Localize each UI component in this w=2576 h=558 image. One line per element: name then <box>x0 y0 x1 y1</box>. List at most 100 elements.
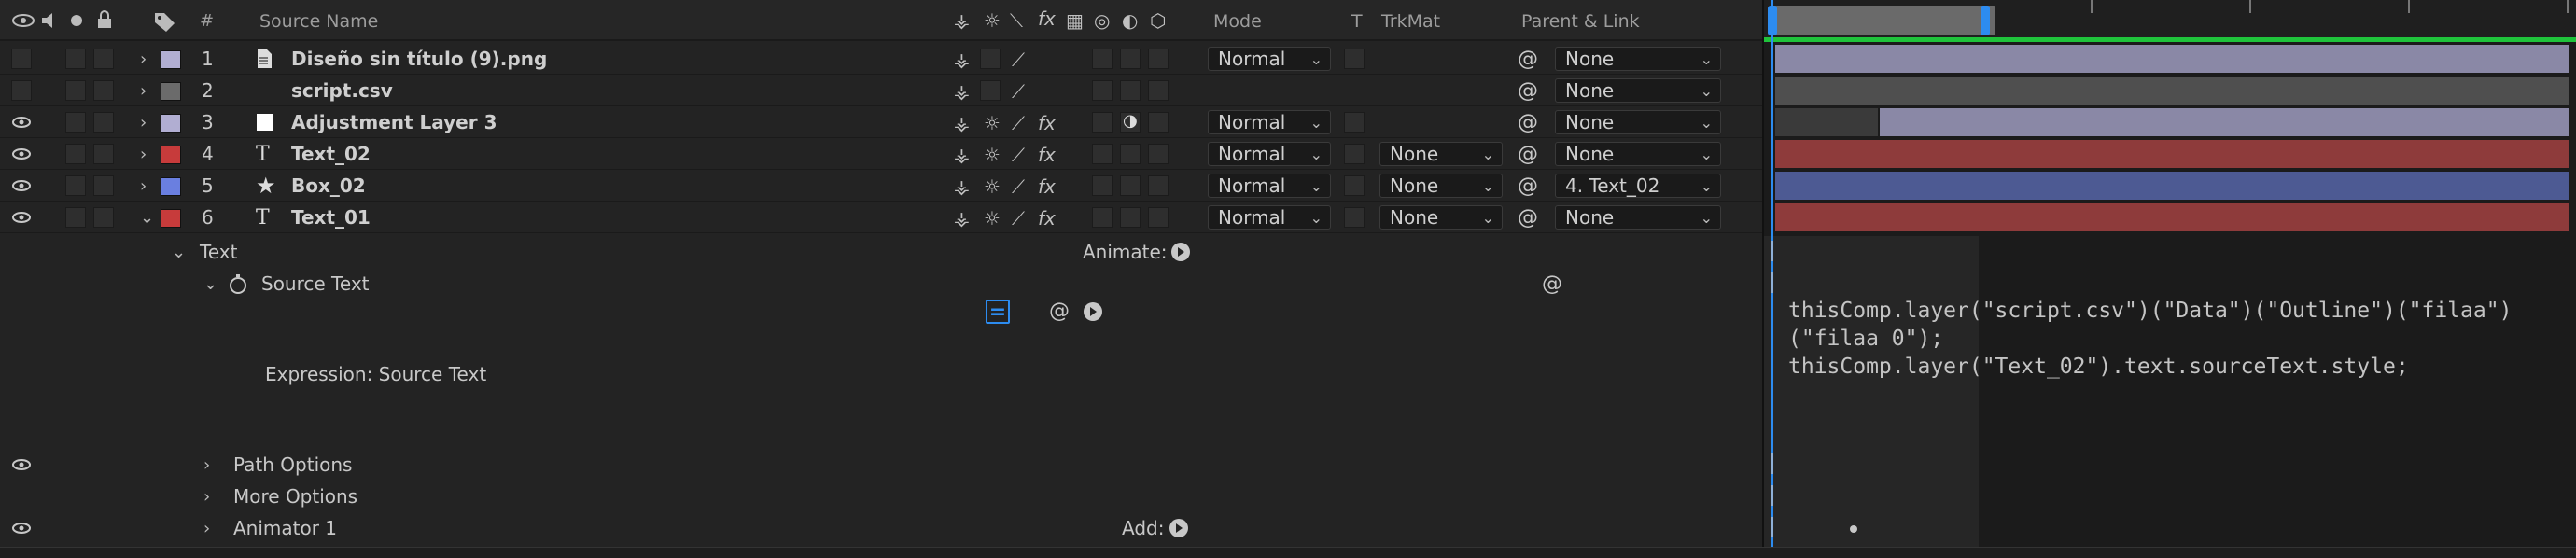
preserve-transparency-toggle[interactable] <box>1344 144 1365 164</box>
layer-bar-3[interactable] <box>1880 108 2569 136</box>
t-header[interactable]: T <box>1351 11 1363 32</box>
solo-toggle[interactable] <box>65 112 86 133</box>
eye-icon[interactable] <box>11 114 32 131</box>
3d-layer-switch[interactable] <box>1148 144 1169 164</box>
more-options-row[interactable]: › More Options <box>0 481 1762 512</box>
quality-switch-icon[interactable]: ⟋ <box>1012 49 1025 71</box>
3d-layer-switch[interactable] <box>1148 49 1169 69</box>
3d-layer-switch[interactable] <box>1148 207 1169 228</box>
parent-select[interactable]: None ⌄ <box>1555 78 1721 103</box>
shy-switch-icon[interactable]: ⚶ <box>954 9 970 32</box>
layer-bar-5[interactable] <box>1775 172 2569 200</box>
3d-switch-icon[interactable]: ⬡ <box>1150 9 1166 32</box>
quality-switch-icon[interactable]: ⟋ <box>1012 207 1025 230</box>
label-color-swatch[interactable] <box>161 114 181 133</box>
shy-switch-icon[interactable]: ⚶ <box>954 112 970 134</box>
source-text-row[interactable]: ⌄ Source Text @ <box>0 268 1762 300</box>
quality-switch-icon[interactable]: ⟋ <box>1012 144 1025 166</box>
collapse-switch-icon[interactable]: ☼ <box>984 9 1001 32</box>
chevron-right-icon[interactable]: › <box>203 449 210 481</box>
3d-layer-switch[interactable] <box>1148 80 1169 101</box>
layer-row[interactable]: › 5 ★ Box_02 ⚶ ☼ ⟋ fx Normal ⌄ None ⌄ @4. Text_02 ⌄ <box>0 170 1762 202</box>
solo-toggle[interactable] <box>65 80 86 101</box>
blend-mode-select[interactable]: Normal ⌄ <box>1208 205 1331 230</box>
parent-pickwhip-icon[interactable]: @ <box>1518 106 1538 138</box>
chevron-down-icon[interactable]: ⌄ <box>203 268 217 300</box>
lock-toggle[interactable] <box>93 80 114 101</box>
work-area-end-handle[interactable] <box>1981 6 1990 35</box>
add-menu-icon[interactable] <box>1169 512 1189 544</box>
shy-switch-icon[interactable]: ⚶ <box>954 207 970 230</box>
parent-select[interactable]: None ⌄ <box>1555 205 1721 230</box>
frame-blend-switch[interactable] <box>1092 49 1113 69</box>
pickwhip-icon[interactable]: @ <box>1542 268 1562 300</box>
source-name-header[interactable]: Source Name <box>259 11 378 32</box>
shy-switch-icon[interactable]: ⚶ <box>954 80 970 103</box>
collapse-switch-icon[interactable]: ☼ <box>984 144 1001 166</box>
collapse-switch[interactable] <box>980 49 1001 69</box>
mode-header[interactable]: Mode <box>1213 11 1262 32</box>
label-color-swatch[interactable] <box>161 82 181 101</box>
chevron-right-icon[interactable]: › <box>140 43 147 75</box>
blend-mode-select[interactable]: Normal ⌄ <box>1208 174 1331 198</box>
stopwatch-icon[interactable] <box>228 268 248 300</box>
label-tag-icon[interactable] <box>153 11 177 32</box>
motion-blur-switch[interactable]: ◑ <box>1120 111 1141 133</box>
frame-blend-switch[interactable] <box>1092 112 1113 133</box>
parent-link-header[interactable]: Parent & Link <box>1521 11 1640 32</box>
3d-layer-switch[interactable] <box>1148 112 1169 133</box>
animate-menu-icon[interactable] <box>1170 236 1191 268</box>
parent-select[interactable]: None ⌄ <box>1555 47 1721 71</box>
label-color-swatch[interactable] <box>161 209 181 228</box>
lock-toggle[interactable] <box>93 207 114 228</box>
frame-blend-switch[interactable] <box>1092 80 1113 101</box>
parent-select[interactable]: None ⌄ <box>1555 110 1721 134</box>
motion-blur-switch[interactable] <box>1120 49 1141 69</box>
layer-name[interactable]: Box_02 <box>291 170 366 202</box>
layer-row[interactable]: › 4 T Text_02 ⚶ ☼ ⟋ fx Normal ⌄ None ⌄ @ None ⌄ <box>0 138 1762 170</box>
fx-switch-icon[interactable]: fx <box>1038 112 1056 134</box>
label-color-swatch[interactable] <box>161 177 181 196</box>
solo-toggle[interactable] <box>65 207 86 228</box>
expression-pickwhip-icon[interactable]: @ <box>1049 300 1070 323</box>
layer-row[interactable]: › 3 Adjustment Layer 3 ⚶ ☼ ⟋ fx ◑ Normal ⌄ @ None ⌄ <box>0 106 1762 138</box>
collapse-switch-icon[interactable]: ☼ <box>984 207 1001 230</box>
chevron-right-icon[interactable]: › <box>140 106 147 138</box>
quality-switch-icon[interactable]: ⟋ <box>1012 80 1025 103</box>
eye-icon[interactable] <box>11 209 32 226</box>
motion-blur-switch[interactable] <box>1120 175 1141 196</box>
eye-column-icon[interactable] <box>11 11 35 30</box>
work-area-range[interactable] <box>1773 6 1995 35</box>
label-color-swatch[interactable] <box>161 50 181 69</box>
blend-mode-select[interactable]: Normal ⌄ <box>1208 110 1331 134</box>
layer-row[interactable]: ⌄ 6 T Text_01 ⚶ ☼ ⟋ fx Normal ⌄ None ⌄ @ None ⌄ <box>0 202 1762 233</box>
trkmat-select[interactable]: None ⌄ <box>1379 142 1503 166</box>
lock-toggle[interactable] <box>93 144 114 164</box>
eye-icon[interactable] <box>11 177 32 194</box>
parent-pickwhip-icon[interactable]: @ <box>1518 138 1538 170</box>
keyframe-dot[interactable] <box>1850 525 1857 533</box>
trkmat-select[interactable]: None ⌄ <box>1379 205 1503 230</box>
eye-toggle-empty[interactable] <box>11 49 32 69</box>
preserve-transparency-toggle[interactable] <box>1344 207 1365 228</box>
parent-pickwhip-icon[interactable]: @ <box>1518 202 1538 233</box>
solo-toggle[interactable] <box>65 144 86 164</box>
layer-name[interactable]: Text_01 <box>291 202 371 233</box>
3d-layer-switch[interactable] <box>1148 175 1169 196</box>
frame-blend-switch[interactable] <box>1092 144 1113 164</box>
parent-select[interactable]: None ⌄ <box>1555 142 1721 166</box>
layer-name[interactable]: Text_02 <box>291 138 371 170</box>
layer-row[interactable]: › 2 script.csv ⚶ ⟋ @ None ⌄ <box>0 75 1762 106</box>
layer-bar-4[interactable] <box>1775 140 2569 168</box>
lock-toggle[interactable] <box>93 49 114 69</box>
timeline-area[interactable] <box>1762 0 2576 558</box>
time-ruler[interactable] <box>1764 0 2576 42</box>
expression-editor[interactable]: thisComp.layer("script.csv")("Data")("Ou… <box>1788 297 2512 381</box>
quality-switch-icon[interactable]: ⟋ <box>1012 112 1025 134</box>
chevron-right-icon[interactable]: › <box>203 481 210 512</box>
motion-blur-switch[interactable] <box>1120 207 1141 228</box>
shy-switch-icon[interactable]: ⚶ <box>954 144 970 166</box>
layer-bar-6[interactable] <box>1775 203 2569 231</box>
fx-switch-icon[interactable]: fx <box>1038 175 1056 198</box>
chevron-down-icon[interactable]: ⌄ <box>172 236 186 268</box>
